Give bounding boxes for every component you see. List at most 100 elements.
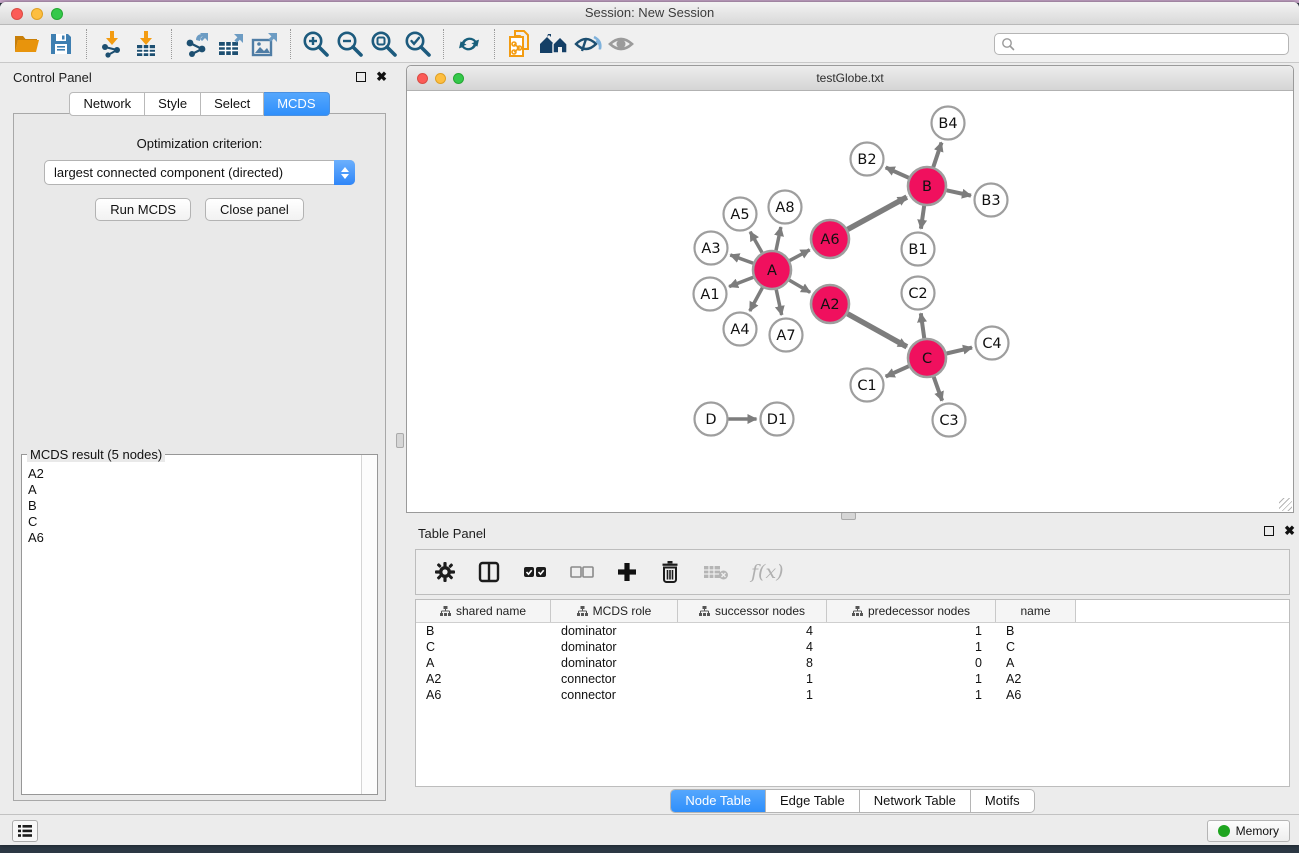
deselect-all-icon[interactable]: [569, 563, 595, 581]
gear-icon[interactable]: [434, 561, 456, 583]
result-item[interactable]: C: [28, 514, 360, 530]
graph-node-C3[interactable]: C3: [933, 404, 966, 437]
tab-network-table[interactable]: Network Table: [859, 790, 970, 812]
result-item[interactable]: A2: [28, 466, 360, 482]
add-column-icon[interactable]: [616, 561, 638, 583]
search-input[interactable]: [1016, 35, 1288, 53]
zoom-fit-icon[interactable]: [367, 28, 401, 60]
graph-node-C2[interactable]: C2: [902, 277, 935, 310]
window-resize-grip[interactable]: [1279, 498, 1292, 511]
hide-selected-icon[interactable]: [571, 28, 605, 60]
result-item[interactable]: A6: [28, 530, 360, 546]
column-header-shared-name[interactable]: shared name: [416, 600, 551, 622]
table-row[interactable]: Cdominator41C: [416, 639, 1289, 655]
result-scrollbar[interactable]: [361, 455, 377, 794]
table-cell[interactable]: B: [996, 623, 1076, 639]
column-header-MCDS-role[interactable]: MCDS role: [551, 600, 678, 622]
table-cell[interactable]: A6: [996, 687, 1076, 703]
table-cell[interactable]: C: [416, 639, 551, 655]
graph-node-C1[interactable]: C1: [851, 369, 884, 402]
graph-edge-B-B4[interactable]: [933, 142, 941, 167]
graph-edge-A-A2[interactable]: [789, 280, 810, 292]
table-cell[interactable]: 1: [827, 639, 996, 655]
zoom-selected-icon[interactable]: [401, 28, 435, 60]
table-cell[interactable]: 8: [678, 655, 827, 671]
graph-node-A6[interactable]: A6: [811, 220, 849, 258]
vertical-splitter-handle[interactable]: [396, 433, 404, 448]
apply-layout-icon[interactable]: [452, 28, 486, 60]
close-network-button[interactable]: [417, 73, 428, 84]
graph-node-A7[interactable]: A7: [770, 319, 803, 352]
graph-node-B1[interactable]: B1: [902, 233, 935, 266]
graph-node-A[interactable]: A: [753, 251, 791, 289]
graph-node-A3[interactable]: A3: [695, 232, 728, 265]
table-cell[interactable]: connector: [551, 687, 678, 703]
optimization-criterion-dropdown[interactable]: largest connected component (directed): [44, 160, 355, 185]
table-row[interactable]: Bdominator41B: [416, 623, 1289, 639]
table-cell[interactable]: A2: [416, 671, 551, 687]
task-history-button[interactable]: [12, 820, 38, 842]
zoom-out-icon[interactable]: [333, 28, 367, 60]
result-item[interactable]: A: [28, 482, 360, 498]
tab-edge-table[interactable]: Edge Table: [765, 790, 859, 812]
show-all-icon[interactable]: [605, 28, 639, 60]
table-cell[interactable]: A: [416, 655, 551, 671]
table-row[interactable]: Adominator80A: [416, 655, 1289, 671]
table-row[interactable]: A6connector11A6: [416, 687, 1289, 703]
table-cell[interactable]: 4: [678, 639, 827, 655]
graph-edge-A-A3[interactable]: [730, 255, 753, 263]
graph-edge-C-C1[interactable]: [886, 366, 909, 376]
graph-edge-A-A8[interactable]: [776, 227, 781, 250]
network-canvas[interactable]: B4B2BB3A8A5A6B1A3AA1C2A2A4A7C4CC1C3DD1: [407, 91, 1293, 512]
clone-network-icon[interactable]: [503, 28, 537, 60]
tab-style[interactable]: Style: [145, 92, 201, 116]
column-header-predecessor-nodes[interactable]: predecessor nodes: [827, 600, 996, 622]
zoom-network-button[interactable]: [453, 73, 464, 84]
graph-edge-A-A6[interactable]: [790, 250, 810, 261]
save-session-icon[interactable]: [44, 28, 78, 60]
horizontal-splitter-handle[interactable]: [841, 512, 856, 520]
export-network-icon[interactable]: [180, 28, 214, 60]
graph-edge-A2-C[interactable]: [847, 314, 906, 347]
graph-edge-C-C4[interactable]: [946, 348, 972, 354]
mcds-result-list[interactable]: A2ABCA6: [23, 461, 360, 793]
graph-node-B[interactable]: B: [908, 167, 946, 205]
graph-node-A2[interactable]: A2: [811, 285, 849, 323]
result-item[interactable]: B: [28, 498, 360, 514]
minimize-network-button[interactable]: [435, 73, 446, 84]
delete-column-icon[interactable]: [659, 560, 681, 584]
table-cell[interactable]: A2: [996, 671, 1076, 687]
export-image-icon[interactable]: [248, 28, 282, 60]
tab-select[interactable]: Select: [201, 92, 264, 116]
close-panel-button[interactable]: Close panel: [205, 198, 304, 221]
graph-node-D[interactable]: D: [695, 403, 728, 436]
graph-node-D1[interactable]: D1: [761, 403, 794, 436]
table-cell[interactable]: connector: [551, 671, 678, 687]
graph-node-B2[interactable]: B2: [851, 143, 884, 176]
open-file-icon[interactable]: [10, 28, 44, 60]
graph-node-B3[interactable]: B3: [975, 184, 1008, 217]
graph-node-B4[interactable]: B4: [932, 107, 965, 140]
table-cell[interactable]: 0: [827, 655, 996, 671]
graph-node-C[interactable]: C: [908, 339, 946, 377]
table-cell[interactable]: C: [996, 639, 1076, 655]
table-cell[interactable]: dominator: [551, 639, 678, 655]
graph-edge-C-C2[interactable]: [921, 313, 924, 338]
table-cell[interactable]: 1: [827, 687, 996, 703]
graph-node-A8[interactable]: A8: [769, 191, 802, 224]
close-panel-icon[interactable]: ✖: [376, 71, 387, 83]
import-table-icon[interactable]: [129, 28, 163, 60]
table-cell[interactable]: 4: [678, 623, 827, 639]
minimize-window-button[interactable]: [31, 8, 43, 20]
graph-node-A1[interactable]: A1: [694, 278, 727, 311]
graph-node-A5[interactable]: A5: [724, 198, 757, 231]
graph-edge-A6-B[interactable]: [848, 197, 907, 229]
table-cell[interactable]: A6: [416, 687, 551, 703]
graph-edge-C-C3[interactable]: [934, 377, 942, 401]
run-mcds-button[interactable]: Run MCDS: [95, 198, 191, 221]
export-table-icon[interactable]: [214, 28, 248, 60]
column-header-successor-nodes[interactable]: successor nodes: [678, 600, 827, 622]
graph-edge-A-A5[interactable]: [750, 232, 762, 253]
graph-edge-A-A1[interactable]: [729, 277, 753, 286]
float-table-panel-icon[interactable]: [1264, 526, 1274, 536]
